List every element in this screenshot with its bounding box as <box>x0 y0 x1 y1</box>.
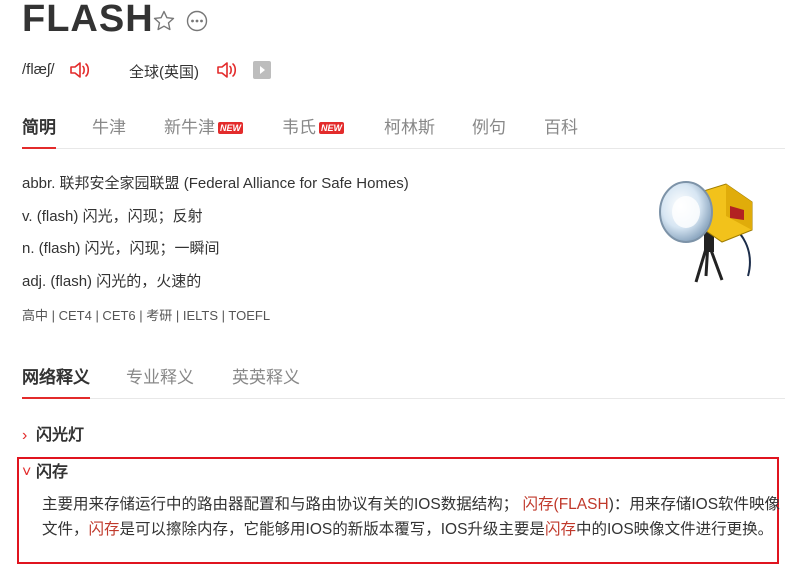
tab-encyclopedia[interactable]: 百科 <box>544 113 578 138</box>
play-button[interactable] <box>253 61 271 79</box>
phonetic-text: /flæʃ/ <box>22 61 55 78</box>
tab-professional-definitions[interactable]: 专业释义 <box>126 363 194 388</box>
highlight-term: 闪存 <box>522 496 554 513</box>
star-icon[interactable] <box>152 9 176 33</box>
region-label: 全球(英国) <box>129 64 199 81</box>
word-title: FLASH <box>22 0 154 40</box>
definition-line: adj. (flash) 闪光的，火速的 <box>22 273 202 290</box>
tab-english-definitions[interactable]: 英英释义 <box>232 363 300 388</box>
definition-line: abbr. 联邦安全家园联盟 (Federal Alliance for Saf… <box>22 175 409 192</box>
detail-text: 是可以擦除内存，它能够用IOS的新版本覆写，IOS升级主要是 <box>119 521 545 538</box>
tab-collins[interactable]: 柯林斯 <box>384 113 435 138</box>
sense-title: 闪光灯 <box>36 427 85 444</box>
tab-examples[interactable]: 例句 <box>472 113 506 138</box>
tab-label: 韦氏 <box>282 118 316 137</box>
new-badge: NEW <box>218 122 243 134</box>
chevron-right-icon: › <box>22 427 28 444</box>
more-icon[interactable] <box>186 10 208 32</box>
active-tab-indicator <box>22 147 56 149</box>
exam-tags: 高中 | CET4 | CET6 | 考研 | IELTS | TOEFL <box>22 308 271 323</box>
tab-webster[interactable]: 韦氏 NEW <box>282 113 344 138</box>
detail-text: 主要用来存储运行中的路由器配置和与路由协议有关的IOS数据结构； <box>42 496 519 513</box>
sense-item-collapsed[interactable]: › 闪光灯 <box>22 421 84 445</box>
highlight-term: 闪存 <box>544 521 576 538</box>
definition-line: n. (flash) 闪光，闪现；一瞬间 <box>22 240 220 257</box>
divider <box>22 398 785 399</box>
active-tab-indicator <box>22 397 90 399</box>
tab-oxford[interactable]: 牛津 <box>92 113 126 138</box>
detail-text: 中的IOS映像文件进行更换。 <box>575 521 774 538</box>
tab-new-oxford[interactable]: 新牛津 NEW <box>164 113 243 138</box>
speaker-icon[interactable] <box>68 58 92 82</box>
flash-lamp-illustration <box>659 181 753 283</box>
sense-detail-text: 主要用来存储运行中的路由器配置和与路由协议有关的IOS数据结构； 闪存(FLAS… <box>42 492 782 542</box>
play-icon <box>260 66 265 74</box>
definition-line: v. (flash) 闪光，闪现；反射 <box>22 208 203 225</box>
new-badge: NEW <box>319 122 344 134</box>
tab-label: 新牛津 <box>164 118 215 137</box>
speaker-icon[interactable] <box>215 58 239 82</box>
highlight-term: FLASH <box>558 496 609 513</box>
tab-concise[interactable]: 简明 <box>22 113 56 138</box>
highlight-term: 闪存 <box>88 521 120 538</box>
divider <box>22 148 785 149</box>
tab-web-definitions[interactable]: 网络释义 <box>22 363 90 388</box>
